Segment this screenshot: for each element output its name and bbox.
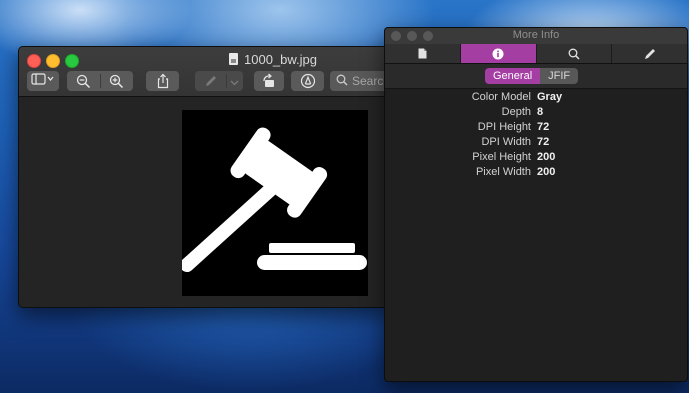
- window-title: 1000_bw.jpg: [229, 51, 317, 67]
- tab-keywords[interactable]: [537, 44, 613, 63]
- segment-general[interactable]: General: [485, 68, 541, 84]
- property-value: 200: [537, 151, 556, 163]
- markup-circle-icon: [300, 73, 315, 89]
- property-value: Gray: [537, 91, 563, 103]
- property-key: Depth: [501, 106, 531, 118]
- search-input[interactable]: Search: [330, 71, 390, 91]
- segment-jfif[interactable]: JFIF: [540, 68, 579, 84]
- fullscreen-window-button[interactable]: [65, 54, 79, 68]
- property-row: DPI Height 72: [385, 120, 687, 135]
- section-selector-bar: General JFIF: [385, 64, 687, 89]
- search-icon: [336, 74, 348, 89]
- document-viewer[interactable]: [19, 97, 390, 307]
- rotate-left-icon: [263, 73, 274, 87]
- toolbar-divider: [226, 74, 227, 88]
- property-key: Pixel Height: [472, 151, 531, 163]
- preview-window: 1000_bw.jpg Search: [18, 46, 391, 308]
- property-key: DPI Width: [481, 136, 531, 148]
- zoom-control-group: [67, 71, 133, 91]
- inspector-title: More Info: [512, 29, 560, 41]
- tab-more-info[interactable]: [460, 44, 537, 63]
- property-value: 72: [537, 121, 550, 133]
- rotate-button[interactable]: [254, 71, 284, 91]
- close-window-button[interactable]: [27, 54, 41, 68]
- share-icon: [157, 73, 168, 89]
- property-row: Pixel Height 200: [385, 150, 687, 165]
- property-key: Pixel Width: [475, 166, 531, 178]
- toolbar-divider: [100, 74, 101, 88]
- more-info-inspector: More Info General JFIF Color Model Gray …: [384, 27, 688, 382]
- sidebar-toggle-icon: [31, 72, 55, 90]
- pen-icon: [204, 74, 218, 93]
- window-title-text: 1000_bw.jpg: [244, 51, 318, 67]
- property-row: Color Model Gray: [385, 90, 687, 105]
- image-canvas[interactable]: [180, 110, 368, 296]
- jpeg-document-icon: [229, 53, 238, 65]
- property-row: DPI Width 72: [385, 135, 687, 150]
- markup-pen-button[interactable]: [195, 71, 243, 91]
- properties-list: Color Model Gray Depth 8 DPI Height 72 D…: [385, 90, 687, 180]
- property-value: 200: [537, 166, 556, 178]
- zoom-in-button[interactable]: [109, 74, 124, 94]
- tab-general-info[interactable]: [385, 44, 461, 63]
- info-icon: [492, 48, 504, 59]
- sidebar-toggle-button[interactable]: [27, 71, 59, 91]
- inspector-title-bar[interactable]: More Info: [385, 28, 687, 44]
- minimize-window-button[interactable]: [46, 54, 60, 68]
- share-button[interactable]: [146, 71, 179, 91]
- chevron-down-icon: [230, 75, 239, 93]
- zoom-out-icon: [76, 74, 91, 89]
- zoom-out-button[interactable]: [76, 74, 91, 94]
- section-segmented-control: General JFIF: [485, 68, 579, 84]
- zoom-in-icon: [109, 74, 124, 89]
- property-key: DPI Height: [477, 121, 531, 133]
- property-row: Pixel Width 200: [385, 165, 687, 180]
- preview-title-bar[interactable]: 1000_bw.jpg Search: [19, 47, 390, 97]
- markup-toolbar-button[interactable]: [291, 71, 324, 91]
- magnifier-icon: [568, 48, 580, 60]
- desktop-wallpaper: 1000_bw.jpg Search More Info General JFI…: [0, 0, 689, 393]
- document-icon: [418, 48, 427, 59]
- property-key: Color Model: [471, 91, 531, 103]
- property-value: 72: [537, 136, 550, 148]
- property-row: Depth 8: [385, 105, 687, 120]
- inspector-tab-bar: [385, 44, 687, 64]
- gavel-icon: [180, 127, 367, 272]
- tab-annotations[interactable]: [612, 44, 687, 63]
- property-value: 8: [537, 106, 544, 118]
- pencil-icon: [644, 48, 655, 59]
